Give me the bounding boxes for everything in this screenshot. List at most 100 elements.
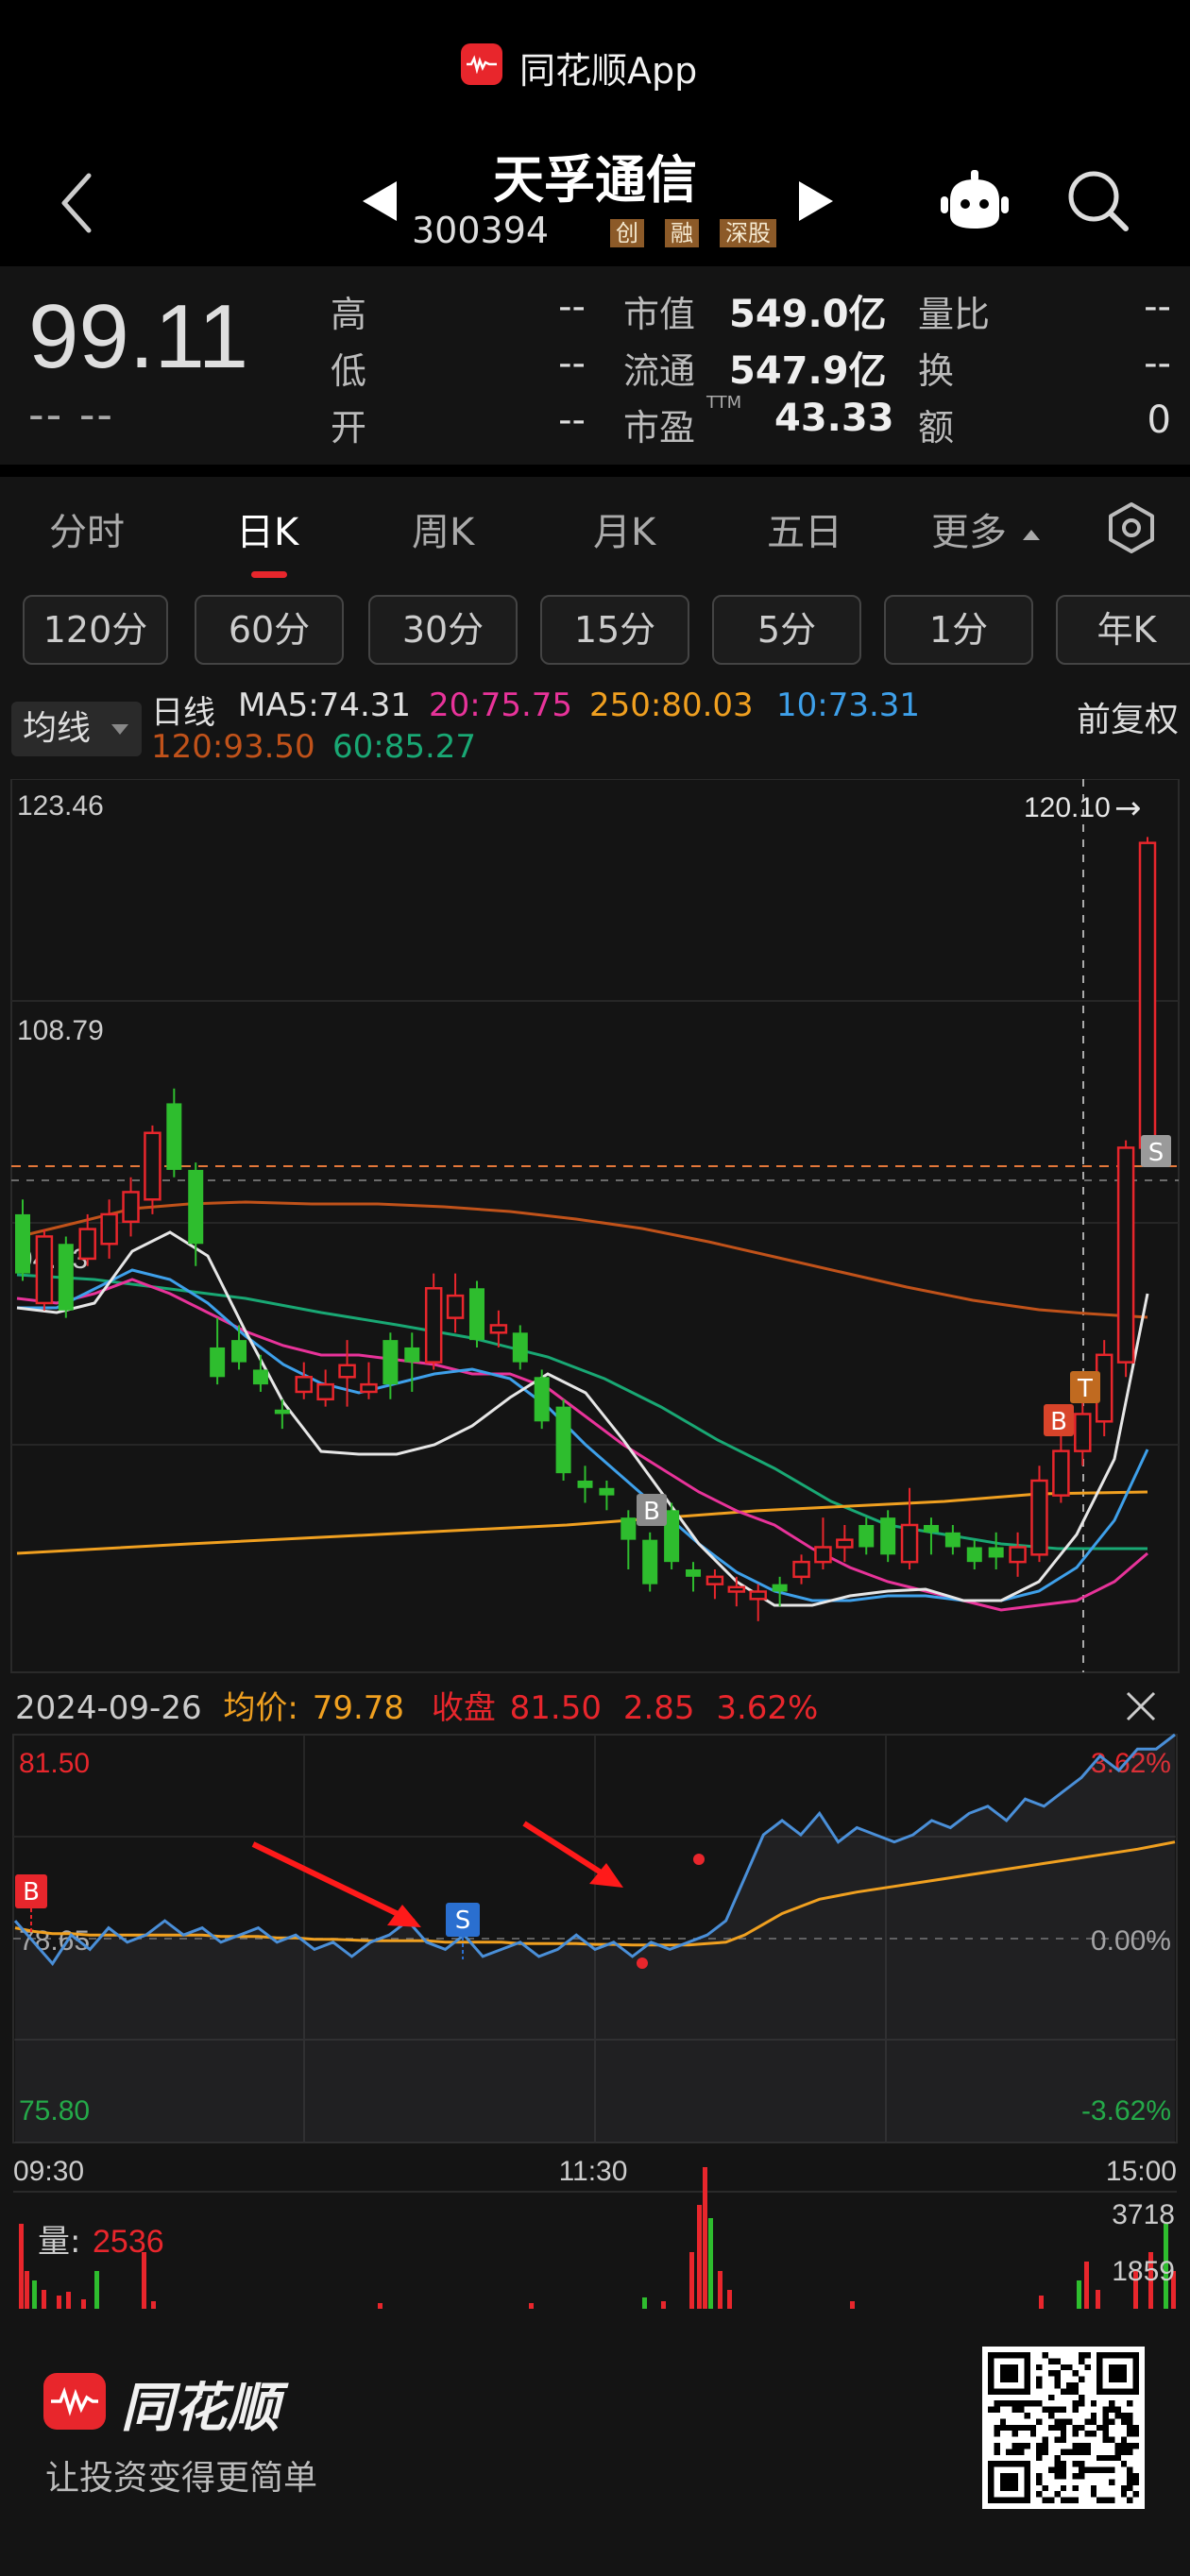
candle (1030, 1479, 1048, 1556)
volume-max: 3718 (1112, 2199, 1175, 2230)
volume-bar (1084, 2262, 1089, 2309)
prev-stock-arrow-icon[interactable] (359, 178, 400, 225)
label-float-cap: 流通 (623, 350, 696, 392)
label-open: 开 (331, 407, 367, 449)
interval-120m-button[interactable]: 120分 (23, 595, 168, 665)
volume-bar (151, 2301, 156, 2309)
trade-point (637, 1957, 648, 1969)
ma-legend-ma5: MA5:74.31 (238, 686, 412, 724)
candle (404, 1347, 420, 1363)
candle (900, 1523, 919, 1564)
kline-last-price-label: 120.10 (1024, 792, 1111, 823)
candle (620, 1517, 637, 1540)
candle (1116, 1146, 1135, 1364)
candle (880, 1517, 896, 1555)
candle (1052, 1449, 1070, 1497)
volume-value: 2536 (93, 2224, 164, 2260)
value-open: -- (558, 398, 586, 442)
intraday-sell-marker-label: S (455, 1907, 471, 1935)
app-logo-icon (461, 43, 502, 85)
tab-weekly-k[interactable]: 周K (412, 501, 474, 556)
annotation-arrows (251, 1821, 623, 1927)
volume-bar (1039, 2296, 1044, 2309)
candle (295, 1376, 313, 1394)
candle (252, 1369, 268, 1385)
kline-y-label-top: 123.46 (17, 790, 104, 822)
value-turnover: -- (1144, 342, 1171, 385)
ma-legend-ma10: 10:73.31 (776, 686, 921, 724)
volume-bar (94, 2271, 99, 2309)
pe-ttm-sup: TTM (706, 393, 742, 413)
trade-marker-label: B (643, 1498, 660, 1526)
footer-slogan: 让投资变得更简单 (45, 2459, 318, 2498)
volume-mid: 1859 (1112, 2256, 1175, 2287)
interval-year-button[interactable]: 年K (1056, 595, 1190, 665)
value-float-cap: 547.9亿 (729, 349, 887, 393)
label-volume-ratio: 量比 (918, 294, 991, 335)
candles-layer (15, 837, 1157, 1621)
volume-bar (642, 2297, 647, 2309)
intraday-chg: 2.85 (622, 1689, 695, 1727)
volume-bar (57, 2296, 61, 2309)
candle (316, 1382, 334, 1401)
volume-bar (708, 2218, 713, 2309)
candle (231, 1340, 247, 1363)
interval-1m-button[interactable]: 1分 (884, 595, 1033, 665)
tab-daily-k[interactable]: 日K (236, 501, 298, 556)
ma-legend-daily: 日线 (151, 694, 215, 732)
tag-rong: 融 (665, 219, 699, 247)
app-title: 同花顺App (519, 50, 698, 92)
trade-marker-label: S (1148, 1139, 1164, 1167)
ma-legend-ma250: 250:80.03 (589, 686, 754, 724)
tab-intraday[interactable]: 分时 (49, 501, 125, 556)
caret-up-icon (1022, 529, 1040, 540)
intraday-avg-label: 均价: (223, 1689, 298, 1727)
candle (642, 1539, 658, 1585)
ma-dropdown[interactable]: 均线 (11, 702, 142, 756)
value-high: -- (558, 285, 586, 329)
volume-bar (25, 2271, 29, 2309)
candle (78, 1228, 96, 1261)
candle (686, 1568, 702, 1577)
candle (489, 1324, 508, 1334)
volume-bar (661, 2301, 666, 2309)
candle (210, 1347, 226, 1378)
back-icon[interactable] (57, 170, 94, 236)
intraday-x-close: 15:00 (1106, 2156, 1177, 2187)
interval-60m-button[interactable]: 60分 (195, 595, 344, 665)
adjust-mode-button[interactable]: 前复权 (1077, 692, 1179, 741)
intraday-x-open: 09:30 (13, 2156, 84, 2187)
intraday-x-noon: 11:30 (559, 2156, 628, 2187)
search-icon[interactable] (1065, 168, 1131, 234)
intraday-pct: 3.62% (716, 1689, 819, 1727)
interval-5m-button[interactable]: 5分 (712, 595, 861, 665)
close-icon[interactable] (1124, 1689, 1158, 1723)
interval-15m-button[interactable]: 15分 (540, 595, 689, 665)
candle (338, 1364, 356, 1379)
app-logo-icon (43, 2373, 106, 2430)
volume-bar (142, 2252, 146, 2309)
intraday-header: 2024-09-26 均价: 79.78 收盘 81.50 2.85 3.62% (15, 1682, 818, 1728)
robot-assistant-icon[interactable] (937, 168, 1012, 234)
volume-bars (19, 2167, 1176, 2309)
tab-monthly-k[interactable]: 月K (593, 501, 655, 556)
settings-icon[interactable] (1103, 500, 1160, 556)
kline-chart-svg: 123.46 108.79 94.13 120.10 → BBTS (10, 778, 1180, 1673)
kline-chart[interactable]: 123.46 108.79 94.13 120.10 → BBTS (0, 778, 1190, 1676)
candle (58, 1244, 74, 1311)
tab-more[interactable]: 更多 (931, 501, 1040, 556)
candle (792, 1560, 810, 1579)
intraday-buy-marker-label: B (23, 1878, 40, 1907)
volume-bar (81, 2299, 86, 2309)
interval-30m-button[interactable]: 30分 (368, 595, 518, 665)
trade-point (693, 1854, 705, 1865)
label-amount: 额 (918, 407, 955, 449)
kline-y-label-mid: 108.79 (17, 1015, 104, 1046)
next-stock-arrow-icon[interactable] (795, 178, 837, 225)
stock-name: 天孚通信 (493, 150, 697, 210)
candle (100, 1212, 118, 1246)
tab-five-day[interactable]: 五日 (767, 501, 842, 556)
candle (577, 1480, 593, 1488)
candle (858, 1524, 875, 1548)
value-volume-ratio: -- (1144, 285, 1171, 329)
